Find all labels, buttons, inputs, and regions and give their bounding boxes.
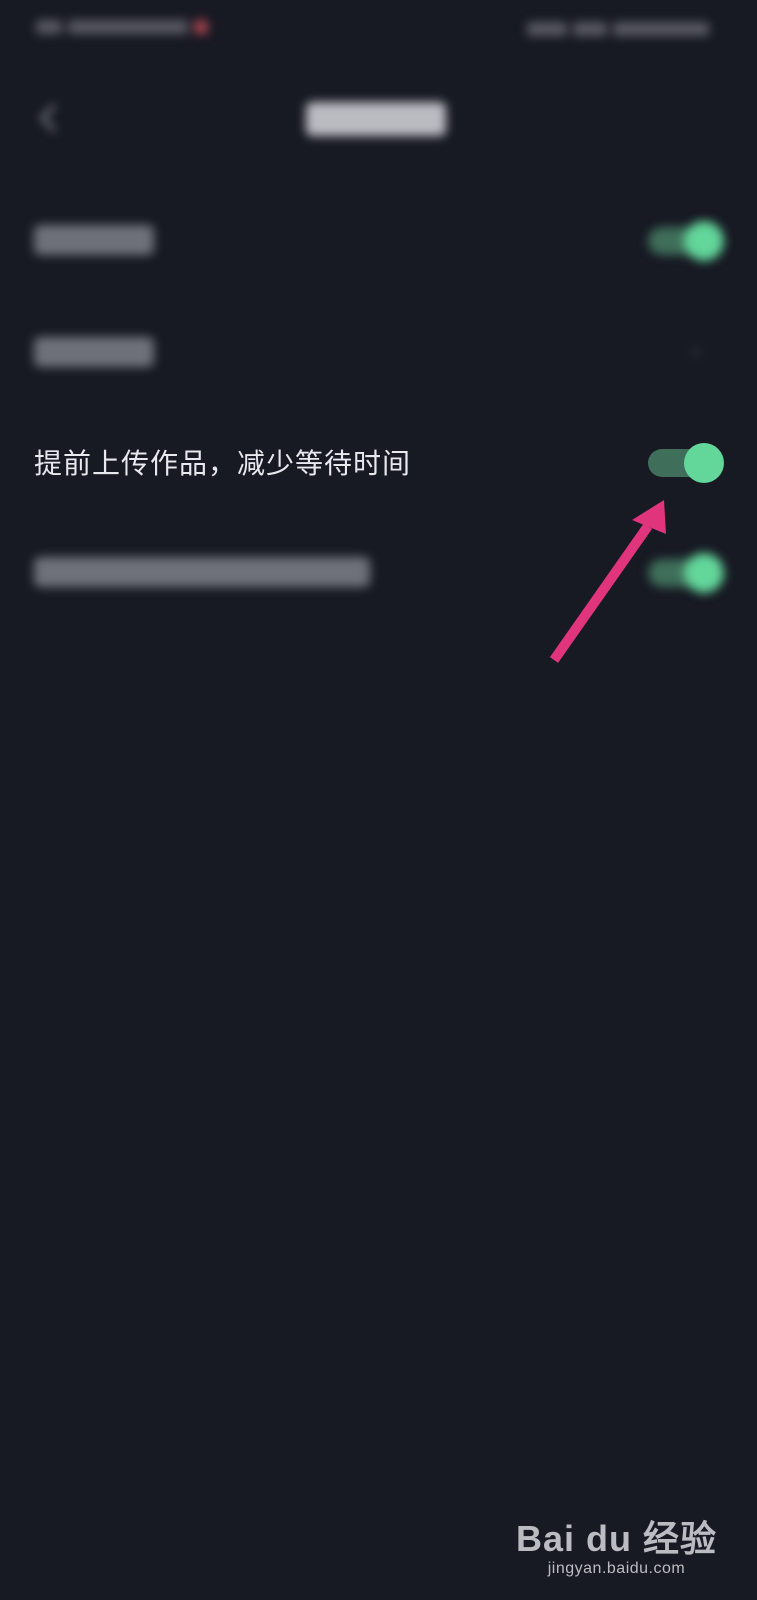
settings-row-1-label-blurred (34, 225, 154, 255)
status-bar-right (527, 22, 709, 36)
header (0, 80, 757, 160)
chevron-right-icon (692, 345, 701, 359)
settings-row-4-label-blurred (34, 557, 370, 587)
annotation-arrow-icon (549, 500, 666, 663)
signal-icon (527, 22, 567, 36)
baidu-jingyan-watermark: Bai du 经验 jingyan.baidu.com (516, 1510, 717, 1578)
network-icon (36, 20, 62, 34)
status-bar-left (36, 20, 208, 34)
settings-row-1-toggle[interactable] (648, 221, 724, 261)
settings-row-2-label-blurred (34, 337, 154, 367)
settings-row-2[interactable] (0, 302, 757, 402)
watermark-logo: Bai du 经验 (515, 1518, 717, 1559)
status-info-blurred (68, 20, 188, 34)
back-button[interactable] (30, 98, 70, 138)
status-bar (0, 0, 757, 62)
notification-icon (194, 20, 208, 34)
battery-icon (613, 22, 709, 36)
wifi-icon (573, 22, 607, 36)
toggle-knob (684, 443, 724, 483)
toggle-knob (684, 221, 724, 261)
watermark-url: jingyan.baidu.com (547, 1560, 686, 1577)
preupload-label: 提前上传作品，减少等待时间 (34, 447, 412, 480)
chevron-left-icon (40, 104, 56, 132)
page-title-blurred (306, 102, 446, 136)
preupload-toggle[interactable] (648, 443, 724, 483)
toggle-knob (684, 553, 724, 593)
settings-row-1[interactable] (0, 190, 757, 290)
